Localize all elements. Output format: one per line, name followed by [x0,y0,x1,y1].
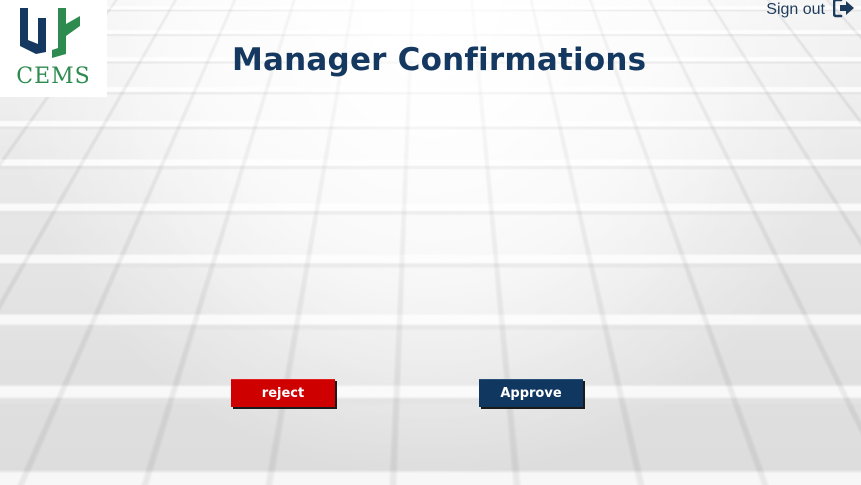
reject-button[interactable]: reject [231,379,335,407]
cems-logo-mark [20,8,80,58]
sign-out-label: Sign out [766,1,825,18]
sign-out-link[interactable]: Sign out [766,0,855,22]
approve-button[interactable]: Approve [479,379,583,407]
sign-out-icon [832,0,855,22]
logo-text: CEMS [16,64,91,89]
cems-logo[interactable]: CEMS [0,0,107,97]
page-title: Manager Confirmations [232,42,647,78]
